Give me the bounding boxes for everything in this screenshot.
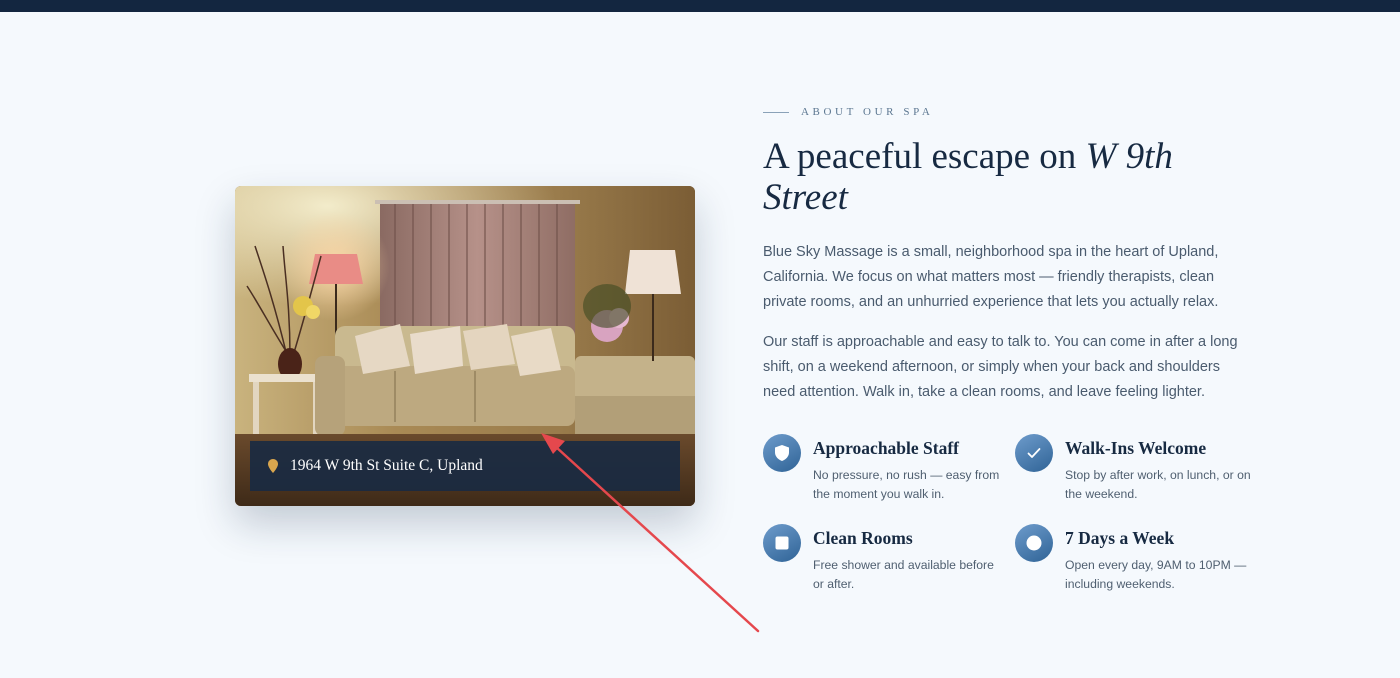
feature-title: Approachable Staff: [813, 438, 960, 458]
feature-title: Clean Rooms: [813, 528, 913, 548]
eyebrow-line: [763, 111, 789, 113]
feature-description: No pressure, no rush — easy from the mom…: [813, 468, 1000, 501]
feature-description: Open every day, 9AM to 10PM — including …: [1065, 558, 1247, 591]
address-text: 1964 W 9th St Suite C, Upland: [290, 457, 483, 474]
shield-icon: [763, 434, 801, 472]
section-headline: A peaceful escape on W 9th Street: [763, 136, 1263, 218]
about-paragraph-1: Blue Sky Massage is a small, neighborhoo…: [763, 244, 1219, 310]
circle-icon: [1015, 524, 1053, 562]
features-grid: Approachable Staff No pressure, no rush …: [763, 434, 1263, 594]
map-pin-icon: [268, 459, 278, 473]
feature-title: Walk-Ins Welcome: [1065, 438, 1207, 458]
feature-description: Free shower and available before or afte…: [813, 558, 994, 591]
spa-room-photo: 1964 W 9th St Suite C, Upland: [235, 186, 695, 506]
checkmark-icon: [1015, 434, 1053, 472]
square-icon: [763, 524, 801, 562]
address-banner: 1964 W 9th St Suite C, Upland: [250, 441, 680, 491]
feature-title: 7 Days a Week: [1065, 528, 1175, 548]
feature-description: Stop by after work, on lunch, or on the …: [1065, 468, 1251, 501]
section-eyebrow: ABOUT OUR SPA: [763, 100, 1263, 124]
about-section: ABOUT OUR SPA A peaceful escape on W 9th…: [763, 100, 1263, 591]
headline-plain: A peaceful escape on: [763, 136, 1086, 177]
top-nav-bar: [0, 0, 1400, 12]
eyebrow-text: ABOUT OUR SPA: [801, 106, 934, 118]
about-paragraph-2: Our staff is approachable and easy to ta…: [763, 334, 1238, 400]
